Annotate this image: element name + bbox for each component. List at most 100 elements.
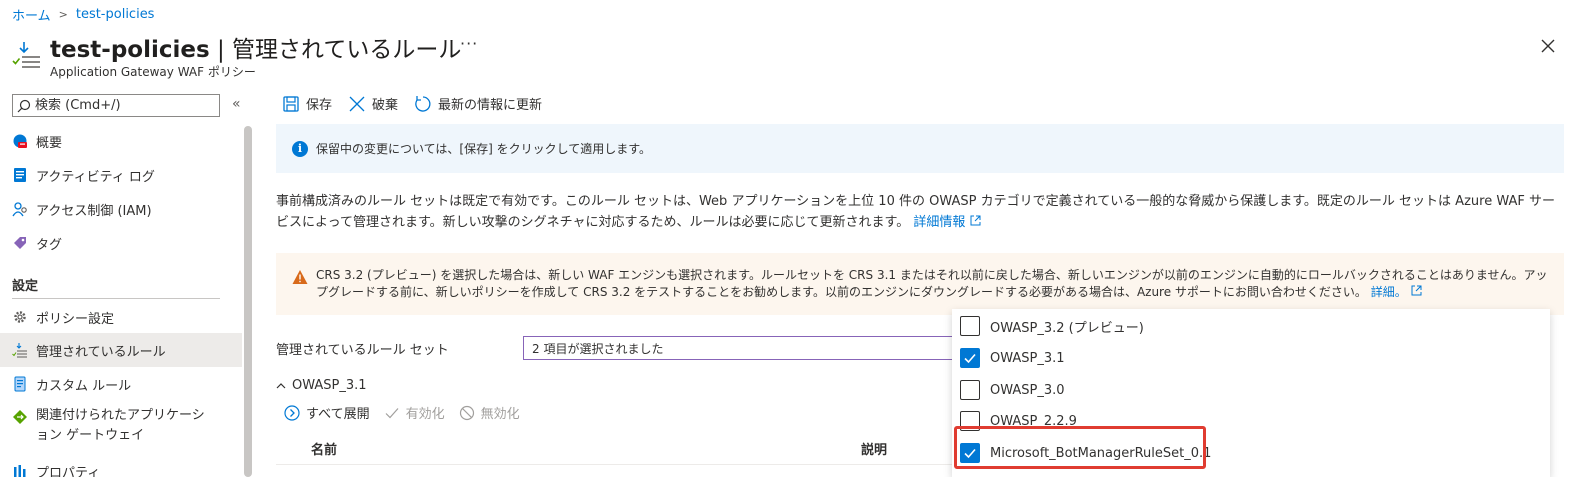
save-button-label: 保存 (306, 98, 333, 113)
sidebar-item-iam[interactable]: アクセス制御 (IAM) (0, 192, 242, 226)
sidebar-item-label: アクティビティ ログ (36, 169, 155, 185)
ruleset-option-label: OWASP_3.0 (990, 382, 1065, 398)
discard-button[interactable]: 破棄 (348, 94, 398, 113)
save-button[interactable]: 保存 (282, 94, 332, 113)
gear-icon (14, 311, 26, 323)
warning-banner: CRS 3.2 (プレビュー) を選択した場合は、新しい WAF エンジンも選択… (276, 253, 1564, 315)
sidebar-divider (12, 298, 220, 299)
info-banner-text: 保留中の変更については、[保存] をクリックして適用します。 (316, 142, 652, 156)
checkbox-checked[interactable] (960, 443, 980, 463)
external-link-icon (970, 215, 981, 226)
disable-button[interactable]: 無効化 (459, 403, 520, 422)
checkmark-icon (964, 353, 976, 364)
save-icon (283, 95, 299, 112)
iam-icon (12, 202, 27, 217)
breadcrumb-home-link[interactable]: ホーム (12, 5, 51, 24)
activity-log-icon (14, 168, 26, 182)
sidebar-item-label: ポリシー設定 (36, 311, 115, 327)
discard-icon (349, 96, 365, 111)
overview-icon (13, 134, 27, 148)
sidebar-item-associated-gateways[interactable]: 関連付けられたアプリケーション ゲートウェイ (0, 400, 242, 448)
sidebar-item-label: タグ (36, 237, 63, 253)
enable-button[interactable]: 有効化 (384, 403, 445, 422)
ruleset-dropdown[interactable]: 2 項目が選択されました (523, 336, 963, 360)
properties-icon (14, 465, 26, 477)
ruleset-group-toggle[interactable]: OWASP_3.1 (276, 378, 367, 393)
page-title-section: 管理されているルール (232, 37, 462, 63)
ruleset-dropdown-list: OWASP_3.2 (プレビュー) OWASP_3.1 OWASP_3.0 OW… (952, 309, 1550, 477)
ruleset-option[interactable]: OWASP_3.1 (960, 343, 1065, 373)
column-header-name[interactable]: 名前 (311, 439, 337, 458)
warning-details-link[interactable]: 詳細。 (1371, 285, 1422, 299)
ruleset-option-label: OWASP_3.2 (プレビュー) (990, 320, 1144, 336)
checkbox[interactable] (960, 411, 980, 431)
command-toolbar: 保存 破棄 最新の情報に更新 (282, 94, 542, 113)
sidebar-section-settings: 設定 (12, 279, 39, 294)
sidebar-item-custom-rules[interactable]: カスタム ルール (0, 367, 242, 401)
sidebar-item-overview[interactable]: 概要 (0, 124, 242, 158)
sidebar-search-input[interactable] (35, 98, 215, 113)
page-title-separator: | (209, 37, 233, 63)
external-link-icon (1411, 285, 1422, 296)
learn-more-link[interactable]: 詳細情報 (913, 215, 981, 230)
sidebar-scrollbar[interactable] (244, 126, 252, 477)
breadcrumb-separator-icon: > (58, 8, 68, 21)
info-banner: i 保留中の変更については、[保存] をクリックして適用します。 (276, 124, 1564, 173)
sidebar-item-label: プロパティ (36, 465, 101, 477)
checkmark-icon (385, 407, 399, 418)
warning-banner-text: CRS 3.2 (プレビュー) を選択した場合は、新しい WAF エンジンも選択… (316, 268, 1548, 299)
close-icon[interactable] (1538, 36, 1558, 56)
refresh-button-label: 最新の情報に更新 (438, 98, 543, 113)
table-header-divider (276, 464, 956, 465)
sidebar-item-activity-log[interactable]: アクティビティ ログ (0, 158, 242, 192)
column-header-description[interactable]: 説明 (861, 439, 887, 458)
sidebar-item-policy-settings[interactable]: ポリシー設定 (0, 300, 242, 334)
info-icon: i (292, 140, 308, 157)
group-actions: すべて展開 有効化 無効化 (284, 403, 520, 422)
expand-circle-icon (284, 404, 300, 421)
warning-details-link-label: 詳細。 (1370, 285, 1407, 299)
ruleset-option[interactable]: Microsoft_BotManagerRuleSet_0.1 (960, 438, 1211, 468)
chevron-up-icon (276, 382, 286, 388)
refresh-icon (415, 95, 431, 112)
sidebar-item-label: アクセス制御 (IAM) (36, 203, 152, 219)
sidebar-item-properties[interactable]: プロパティ (0, 454, 242, 477)
expand-all-button[interactable]: すべて展開 (284, 403, 370, 422)
block-icon (459, 405, 474, 420)
sidebar-item-managed-rules[interactable]: 管理されているルール (0, 333, 242, 367)
checkbox[interactable] (960, 380, 980, 400)
expand-all-label: すべて展開 (306, 407, 370, 422)
checkbox-checked[interactable] (960, 348, 980, 368)
page-title-resource: test-policies (50, 37, 210, 63)
checkmark-icon (964, 448, 976, 459)
breadcrumb-current-link[interactable]: test-policies (76, 7, 155, 22)
checkbox[interactable] (960, 316, 980, 336)
sidebar-item-tags[interactable]: タグ (0, 226, 242, 260)
sidebar-search-box[interactable] (12, 94, 220, 117)
ruleset-group-name: OWASP_3.1 (292, 378, 367, 393)
sidebar-item-label: 管理されているルール (36, 344, 166, 360)
page-subtitle: Application Gateway WAF ポリシー (50, 65, 256, 79)
refresh-button[interactable]: 最新の情報に更新 (414, 94, 542, 113)
managed-rules-page-icon (12, 42, 40, 68)
ruleset-option[interactable]: OWASP_3.2 (プレビュー) (960, 311, 1144, 341)
ruleset-option[interactable]: OWASP_2.2.9 (960, 406, 1077, 436)
tag-icon (14, 237, 26, 249)
ruleset-option-label: Microsoft_BotManagerRuleSet_0.1 (990, 445, 1212, 461)
ruleset-dropdown-value: 2 項目が選択されました (532, 341, 664, 356)
enable-label: 有効化 (405, 407, 445, 422)
discard-button-label: 破棄 (372, 98, 399, 113)
more-options-button[interactable]: ··· (460, 34, 478, 53)
warning-icon (292, 270, 308, 284)
page-title: test-policies | 管理されているルール (50, 30, 461, 64)
learn-more-link-label: 詳細情報 (913, 215, 966, 230)
search-icon (17, 99, 31, 112)
managed-rules-icon (12, 343, 27, 358)
sidebar-item-label: 関連付けられたアプリケーション ゲートウェイ (36, 408, 205, 443)
ruleset-option[interactable]: OWASP_3.0 (960, 375, 1065, 405)
ruleset-option-label: OWASP_3.1 (990, 350, 1065, 366)
app-gateway-icon (13, 410, 27, 424)
sidebar: « 概要 アクティビティ ログ アクセス制御 (IAM) タグ (0, 88, 256, 477)
collapse-sidebar-button[interactable]: « (232, 96, 241, 112)
disable-label: 無効化 (480, 407, 520, 422)
